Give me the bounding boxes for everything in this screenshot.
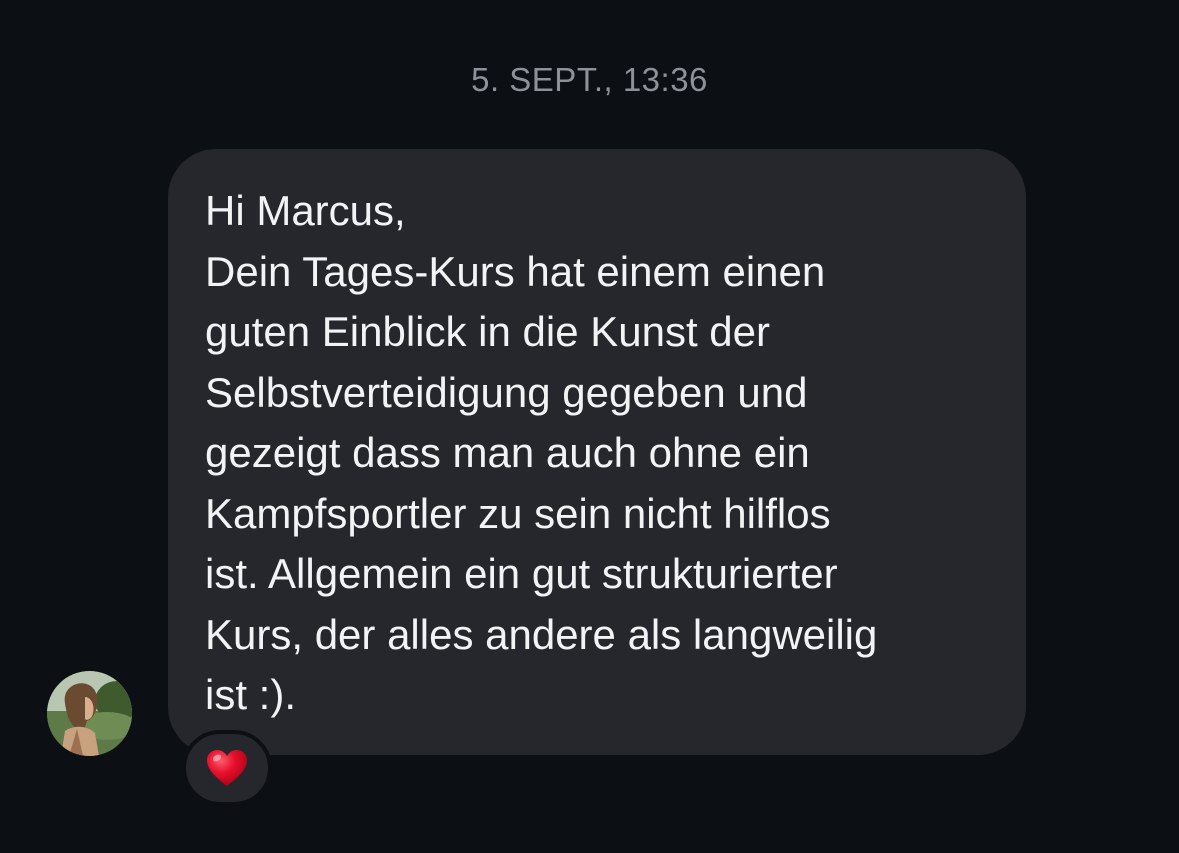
message-line: Hi Marcus, <box>205 187 406 234</box>
message-line: guten Einblick in die Kunst der <box>205 308 771 355</box>
message-line: ist. Allgemein ein gut strukturierter <box>205 550 838 597</box>
message-line: Kampfsportler zu sein nicht hilflos <box>205 489 831 537</box>
message-line: gezeigt dass man auch ohne ein <box>205 429 810 476</box>
sender-avatar[interactable] <box>47 671 132 756</box>
avatar-photo <box>47 671 132 756</box>
message-bubble[interactable]: Hi Marcus, Dein Tages-Kurs hat einem ein… <box>168 149 1026 755</box>
message-line: Kurs, der alles andere als langweilig <box>205 610 878 658</box>
message-line: Selbstverteidigung gegeben und <box>205 368 808 416</box>
message-timestamp: 5. SEPT., 13:36 <box>471 61 708 98</box>
message-line: ist :). <box>205 671 296 718</box>
message-line: Dein Tages-Kurs hat einem einen <box>205 247 826 295</box>
heart-icon <box>207 750 247 786</box>
reaction-badge[interactable] <box>182 730 272 806</box>
